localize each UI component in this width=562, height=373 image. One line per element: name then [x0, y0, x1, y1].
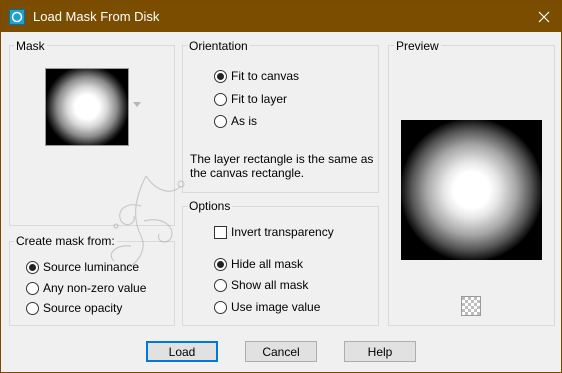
radio-button[interactable]	[214, 114, 227, 128]
close-button[interactable]	[527, 1, 561, 32]
orientation-label: Orientation	[187, 39, 250, 53]
chevron-down-icon[interactable]	[133, 102, 141, 108]
invert-transparency-checkbox[interactable]: Invert transparency	[214, 224, 334, 240]
checkbox-label: Invert transparency	[231, 225, 334, 239]
help-button[interactable]: Help	[344, 341, 416, 362]
paintshop-icon	[9, 9, 25, 25]
radio-label: Any non-zero value	[43, 281, 147, 295]
radio-label: Fit to layer	[231, 92, 288, 106]
radio-label: Show all mask	[231, 278, 309, 292]
radio-button[interactable]	[214, 69, 227, 83]
radio-use-image-value[interactable]: Use image value	[214, 299, 320, 315]
preview-label: Preview	[394, 39, 441, 53]
load-button[interactable]: Load	[146, 341, 218, 362]
orientation-description: The layer rectangle is the same as the c…	[190, 152, 374, 180]
radio-button[interactable]	[26, 260, 39, 274]
radio-button[interactable]	[214, 92, 227, 106]
cancel-button-label: Cancel	[262, 344, 300, 359]
radio-fit-to-canvas[interactable]: Fit to canvas	[214, 68, 299, 84]
radio-label: Fit to canvas	[231, 69, 300, 83]
cancel-button[interactable]: Cancel	[245, 341, 317, 362]
radio-any-non-zero[interactable]: Any non-zero value	[26, 280, 146, 296]
radio-source-opacity[interactable]: Source opacity	[26, 300, 122, 316]
radio-button[interactable]	[26, 281, 39, 295]
window-title: Load Mask From Disk	[33, 9, 160, 24]
radio-show-all-mask[interactable]: Show all mask	[214, 277, 308, 293]
load-button-label: Load	[168, 344, 196, 359]
radio-label: Hide all mask	[231, 257, 304, 271]
radio-button[interactable]	[26, 301, 39, 315]
radio-label: Source opacity	[43, 301, 123, 315]
radio-label: Use image value	[231, 300, 321, 314]
radio-label: As is	[231, 114, 258, 128]
mask-thumbnail[interactable]	[45, 68, 129, 146]
preview-image	[401, 120, 542, 260]
close-icon	[538, 11, 550, 22]
title-bar[interactable]: Load Mask From Disk	[1, 1, 561, 32]
mask-group-label: Mask	[14, 39, 47, 53]
dialog-window: Load Mask From Disk Mask Create mask fro…	[0, 0, 562, 373]
help-button-label: Help	[367, 344, 393, 359]
radio-fit-to-layer[interactable]: Fit to layer	[214, 91, 287, 107]
checkerboard-icon[interactable]	[461, 296, 481, 316]
watermark-flourish-icon	[110, 175, 185, 272]
radio-as-is[interactable]: As is	[214, 113, 257, 129]
radio-hide-all-mask[interactable]: Hide all mask	[214, 256, 303, 272]
radio-button[interactable]	[214, 300, 227, 314]
